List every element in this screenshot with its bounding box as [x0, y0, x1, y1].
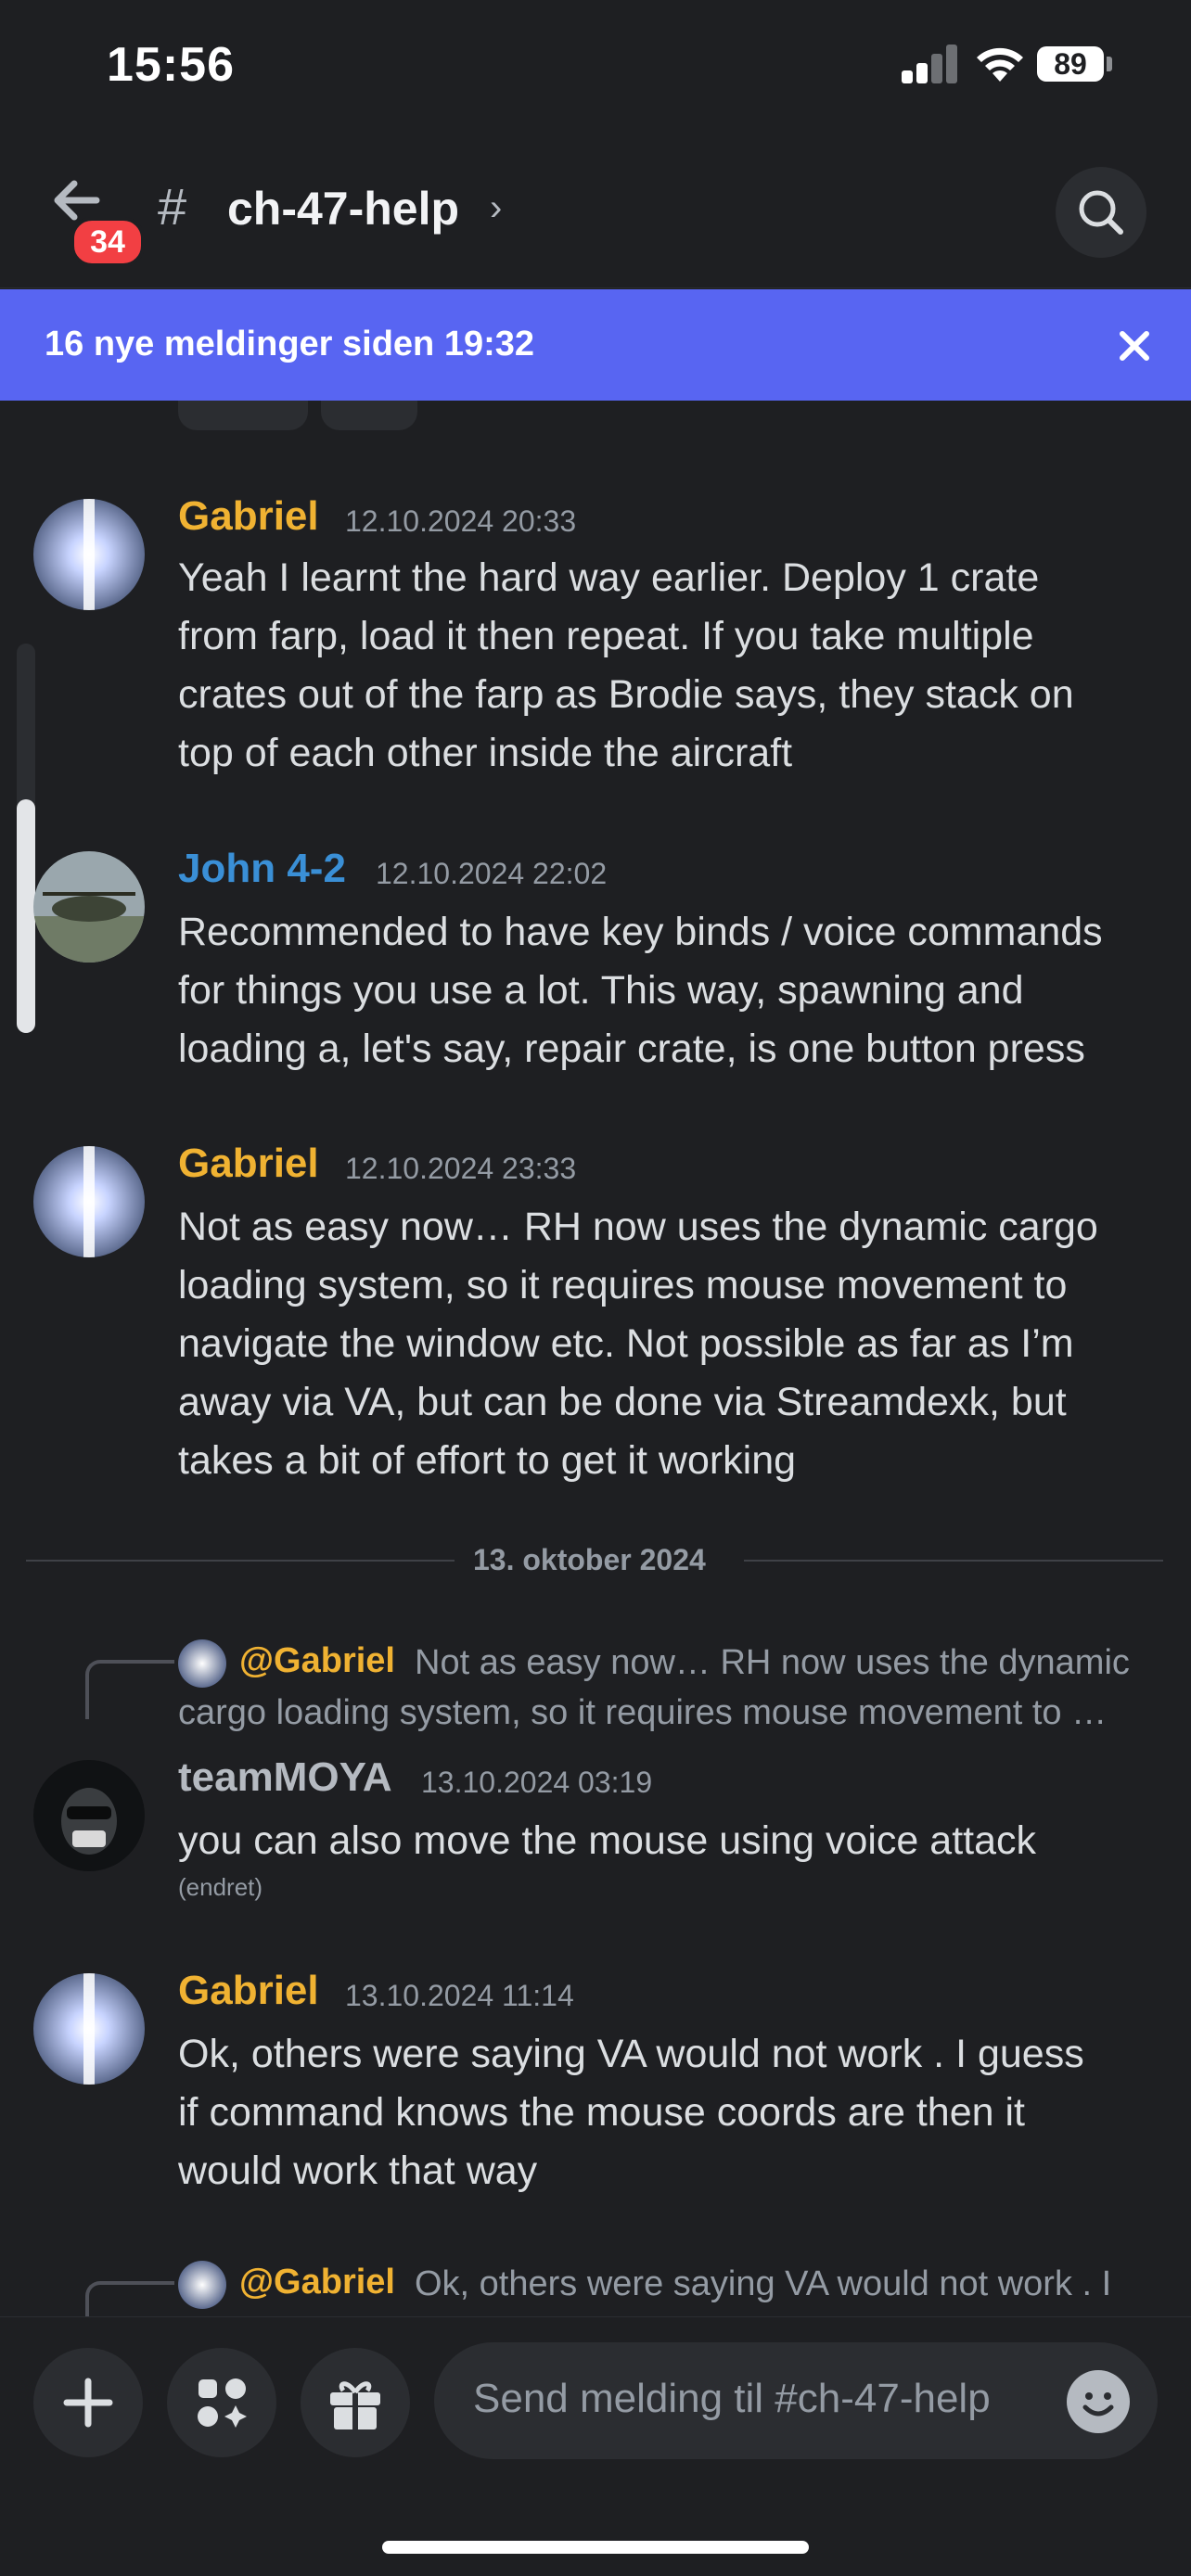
message-line: Ok, others were saying VA would not work…: [178, 2032, 1084, 2076]
message-content: Not as easy now… RH now uses the dynamic…: [178, 1198, 1161, 1490]
reply-mention[interactable]: @Gabriel: [239, 2263, 395, 2302]
status-time: 15:56: [107, 38, 235, 92]
message-line: loading a, let's say, repair crate, is o…: [178, 1027, 1085, 1071]
reply-spine: [85, 2281, 174, 2316]
reply-preview[interactable]: Ok, others were saying VA would not work…: [415, 2264, 1111, 2304]
message-line: crates out of the farp as Brodie says, t…: [178, 672, 1074, 717]
message-timestamp: 12.10.2024 22:02: [376, 857, 608, 890]
message-line: you can also move the mouse using voice …: [178, 1818, 1037, 1863]
hash-icon: #: [158, 177, 187, 236]
avatar[interactable]: [33, 1973, 145, 2085]
add-attachment-button[interactable]: [33, 2348, 143, 2457]
message-timestamp: 12.10.2024 23:33: [345, 1152, 577, 1185]
reply-preview-continued[interactable]: cargo loading system, so it requires mou…: [178, 1693, 1161, 1733]
message-line: top of each other inside the aircraft: [178, 731, 793, 775]
message-line: loading system, so it requires mouse mov…: [178, 1263, 1068, 1307]
date-divider: 13. oktober 2024: [473, 1543, 706, 1576]
status-bar: 15:56 89: [0, 0, 1191, 139]
message-line: Not as easy now… RH now uses the dynamic…: [178, 1205, 1098, 1249]
home-indicator[interactable]: [382, 2541, 809, 2554]
message-feed[interactable]: Gabriel 12.10.2024 20:33 Yeah I learnt t…: [0, 401, 1191, 2316]
message-line: for things you use a lot. This way, spaw…: [178, 968, 1024, 1013]
emoji-icon: [1082, 2392, 1114, 2417]
apps-button[interactable]: [167, 2348, 276, 2457]
avatar[interactable]: [33, 1146, 145, 1257]
message-author[interactable]: Gabriel: [178, 493, 319, 540]
message-author[interactable]: John 4-2: [178, 846, 346, 892]
channel-title[interactable]: ch-47-help: [227, 182, 459, 236]
message-content: Yeah I learnt the hard way earlier. Depl…: [178, 549, 1161, 783]
message-timestamp: 12.10.2024 20:33: [345, 504, 577, 538]
new-messages-text: 16 nye meldinger siden 19:32: [45, 325, 535, 363]
scrollbar-thumb[interactable]: [17, 799, 35, 1033]
search-icon: [1079, 190, 1123, 235]
battery-indicator: 89: [1037, 46, 1104, 82]
apps-icon: [198, 2378, 247, 2428]
avatar[interactable]: [33, 851, 145, 963]
message-line: takes a bit of effort to get it working: [178, 1438, 797, 1483]
message-timestamp: 13.10.2024 11:14: [345, 1979, 574, 2012]
date-divider-line: [26, 1560, 455, 1562]
message-input-placeholder[interactable]: Send melding til #ch-47-help: [473, 2376, 991, 2422]
reply-preview[interactable]: Not as easy now… RH now uses the dynamic: [415, 1643, 1130, 1683]
reply-avatar: [178, 1639, 226, 1688]
plus-icon: [63, 2378, 113, 2428]
message-line: Recommended to have key binds / voice co…: [178, 910, 1103, 954]
message-content: you can also move the mouse using voice …: [178, 1812, 1161, 1870]
message-line: if command knows the mouse coords are th…: [178, 2090, 1025, 2135]
date-divider-line: [744, 1560, 1163, 1562]
message-author[interactable]: teamMOYA: [178, 1754, 392, 1801]
gift-button[interactable]: [301, 2348, 410, 2457]
message-line: navigate the window etc. Not possible as…: [178, 1321, 1074, 1366]
reply-spine: [85, 1660, 174, 1719]
add-reaction-chip[interactable]: [321, 401, 417, 430]
signal-icon: [902, 43, 959, 83]
message-line: would work that way: [178, 2149, 538, 2193]
reply-mention[interactable]: @Gabriel: [239, 1641, 395, 1681]
message-timestamp: 13.10.2024 03:19: [421, 1766, 653, 1799]
wifi-icon: [977, 47, 1023, 82]
chevron-right-icon[interactable]: ›: [490, 187, 502, 229]
message-author[interactable]: Gabriel: [178, 1968, 319, 2014]
message-line: from farp, load it then repeat. If you t…: [178, 614, 1034, 658]
emoji-button[interactable]: [1067, 2370, 1130, 2433]
battery-nub: [1107, 57, 1112, 71]
avatar[interactable]: [33, 499, 145, 610]
avatar[interactable]: [33, 1760, 145, 1871]
reaction-chip[interactable]: [178, 401, 308, 430]
message-line: Yeah I learnt the hard way earlier. Depl…: [178, 555, 1040, 600]
message-content: Recommended to have key binds / voice co…: [178, 903, 1161, 1078]
message-author[interactable]: Gabriel: [178, 1141, 319, 1187]
close-icon[interactable]: [1113, 325, 1156, 367]
unread-badge: 34: [70, 217, 145, 267]
gift-icon: [330, 2381, 380, 2429]
message-content: Ok, others were saying VA would not work…: [178, 2025, 1161, 2200]
search-button[interactable]: [1056, 167, 1146, 258]
reply-avatar: [178, 2261, 226, 2309]
message-line: away via VA, but can be done via Streamd…: [178, 1380, 1067, 1424]
edited-label: (endret): [178, 1873, 263, 1901]
new-messages-banner[interactable]: 16 nye meldinger siden 19:32: [0, 289, 1191, 401]
